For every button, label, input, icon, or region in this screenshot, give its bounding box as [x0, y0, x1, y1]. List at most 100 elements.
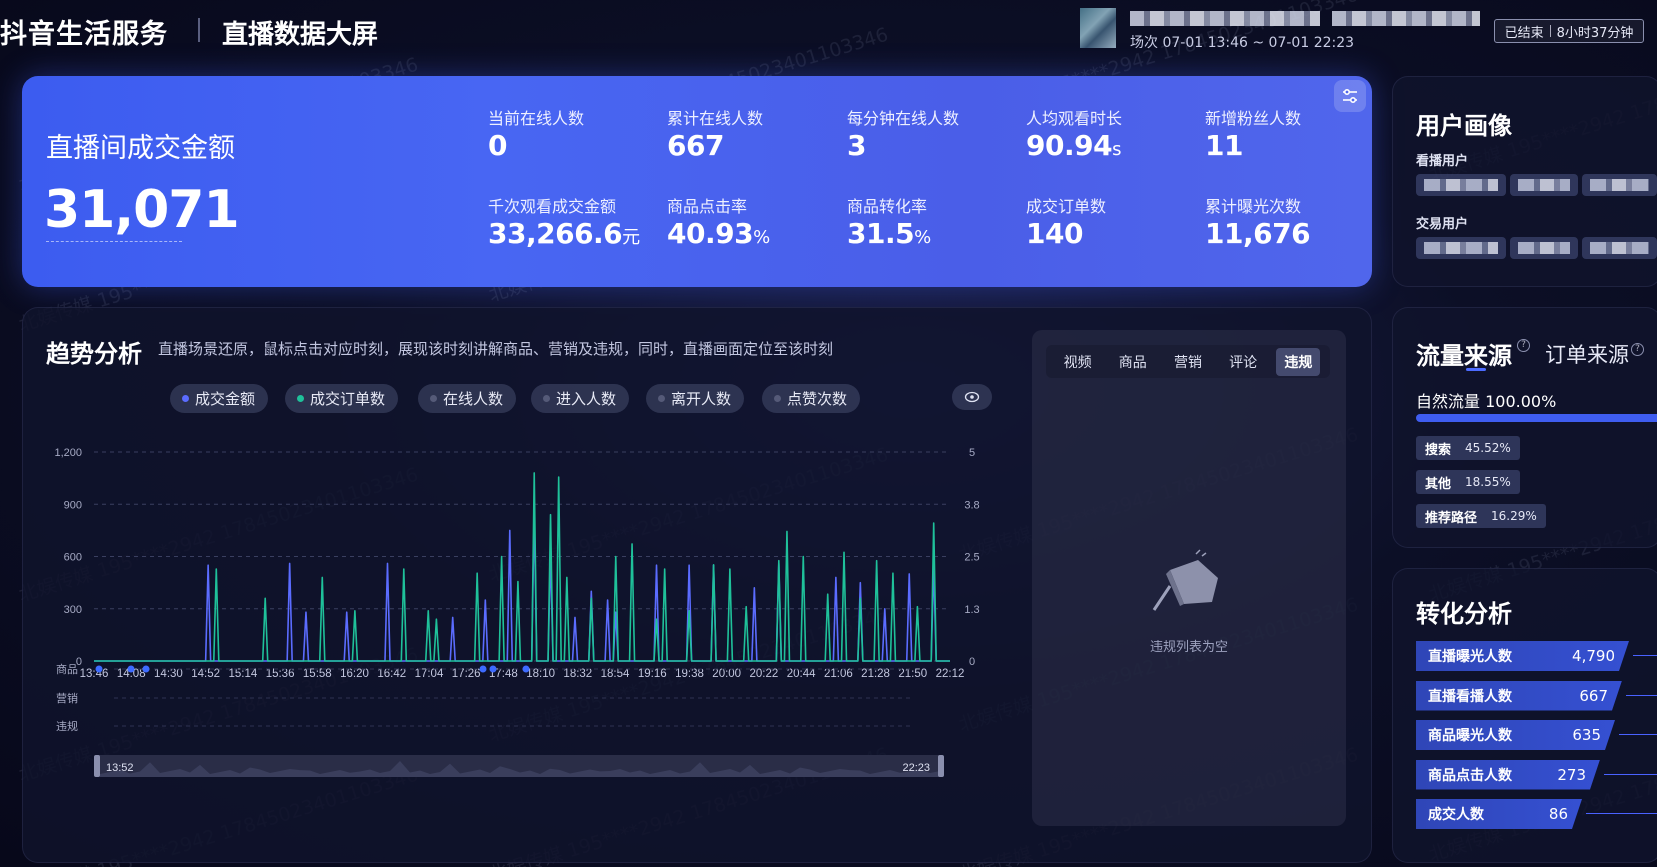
metric-label: 新增粉丝人数 [1205, 109, 1302, 128]
user-profile-title: 用户画像 [1416, 112, 1512, 140]
gmv-label: 直播间成交金额 [46, 133, 235, 164]
funnel-row[interactable]: 商品曝光人数 635 [1416, 720, 1615, 750]
legend-item[interactable]: 点赞次数 [762, 384, 861, 413]
range-end-label: 22:23 [902, 762, 930, 774]
traffic-source-row[interactable]: 搜索 45.52% [1416, 436, 1520, 460]
trend-chart[interactable]: 0 0300 1.3600 2.5900 3.81,200 513:46 14:08 14:3… [40, 432, 1000, 844]
metric-unit: s [1112, 139, 1121, 160]
y-tick-label: 300 [64, 604, 82, 616]
metric-number: 40.93 [667, 217, 754, 250]
metric-label: 千次观看成交金额 [488, 197, 617, 216]
funnel-row[interactable]: 成交人数 86 [1416, 799, 1582, 829]
legend-item[interactable]: 成交金额 [170, 384, 269, 413]
legend-item[interactable]: 离开人数 [646, 384, 745, 413]
toggle-visibility-button[interactable] [952, 384, 992, 410]
product-marker [142, 665, 150, 673]
help-icon[interactable]: ? [1631, 343, 1644, 356]
legend-item[interactable]: 成交订单数 [285, 384, 399, 413]
sliders-icon [1343, 88, 1357, 104]
funnel-row[interactable]: 商品点击人数 273 [1416, 760, 1600, 790]
page-title: 直播数据大屏 [222, 20, 379, 50]
metric-unit: % [914, 227, 931, 248]
violation-tab[interactable]: 评论 [1221, 348, 1265, 376]
violation-tab[interactable]: 视频 [1056, 348, 1100, 376]
legend-dot [543, 395, 550, 402]
x-tick-label: 20:44 [787, 668, 816, 680]
funnel-arrow [1633, 655, 1657, 656]
legend-item[interactable]: 在线人数 [418, 384, 517, 413]
x-tick-label: 15:14 [228, 668, 257, 680]
traffic-source-pct: 18.55% [1465, 475, 1511, 489]
metric-value: 40.93% [667, 217, 770, 250]
metric-unit: % [753, 227, 770, 248]
x-tick-label: 19:38 [675, 668, 704, 680]
range-handle-left [94, 755, 100, 777]
metric-number: 667 [667, 129, 724, 162]
traffic-source-label: 其他 [1425, 476, 1452, 492]
legend-dot [297, 395, 304, 402]
x-tick-label: 20:00 [712, 668, 741, 680]
legend-label: 点赞次数 [787, 390, 848, 408]
x-tick-label: 20:22 [750, 668, 779, 680]
avatar[interactable] [1080, 8, 1116, 48]
x-tick-label: 17:26 [452, 668, 481, 680]
x-tick-label: 16:20 [340, 668, 369, 680]
x-tick-label: 21:06 [824, 668, 853, 680]
tab-traffic-source[interactable]: 流量来源 [1416, 336, 1512, 371]
funnel-value: 635 [1572, 726, 1601, 744]
y-tick-label: 600 [64, 552, 82, 564]
product-marker [127, 665, 135, 673]
natural-traffic-label: 自然流量 100.00% [1416, 392, 1557, 411]
track-label: 违规 [56, 719, 78, 733]
violation-tab[interactable]: 营销 [1166, 348, 1210, 376]
eye-icon [964, 391, 980, 403]
y2-tick-label: 0 [969, 656, 975, 668]
traffic-source-row[interactable]: 推荐路径 16.29% [1416, 504, 1546, 528]
x-tick-label: 19:16 [638, 668, 667, 680]
funnel-row[interactable]: 直播曝光人数 4,790 [1416, 641, 1629, 671]
violation-tab[interactable]: 商品 [1111, 348, 1155, 376]
x-tick-label: 18:54 [601, 668, 630, 680]
legend-label: 离开人数 [671, 390, 732, 408]
product-marker [522, 665, 530, 673]
empty-box-icon [1152, 549, 1218, 611]
legend-label: 成交金额 [195, 390, 256, 408]
duration-text: 8小时37分钟 [1556, 25, 1634, 41]
status-text: 已结束 [1504, 25, 1544, 41]
funnel-label: 商品点击人数 [1428, 767, 1512, 784]
buyers-label: 交易用户 [1416, 217, 1469, 232]
funnel-arrow [1586, 813, 1657, 814]
metric-unit: 元 [622, 227, 640, 248]
funnel-value: 4,790 [1572, 647, 1615, 665]
metric-number: 31.5 [847, 217, 915, 250]
session-time: 场次 07-01 13:46 ~ 07-01 22:23 [1130, 35, 1355, 51]
track-label: 营销 [56, 691, 78, 705]
metric-value: 11,676 [1205, 217, 1311, 250]
metric-settings-button[interactable] [1334, 80, 1366, 112]
x-tick-label: 14:52 [191, 668, 220, 680]
metric-number: 11,676 [1205, 217, 1311, 250]
legend-label: 成交订单数 [310, 390, 386, 408]
help-icon[interactable]: ? [1517, 339, 1530, 352]
tab-order-source[interactable]: 订单来源 [1545, 339, 1629, 369]
legend-label: 进入人数 [556, 390, 617, 408]
metric-value: 140 [1026, 217, 1083, 250]
metric-value: 11 [1205, 129, 1243, 162]
funnel-row[interactable]: 直播看播人数 667 [1416, 681, 1622, 711]
track-label: 商品 [56, 662, 78, 676]
funnel-arrow [1626, 694, 1657, 696]
metric-number: 33,266.6 [488, 217, 623, 250]
viewers-label: 看播用户 [1416, 154, 1469, 169]
metric-label: 人均观看时长 [1026, 109, 1123, 128]
x-tick-label: 13:46 [80, 668, 109, 680]
legend-label: 在线人数 [443, 390, 504, 408]
trend-description: 直播场景还原，鼠标点击对应时刻，展现该时刻讲解商品、营销及违规，同时，直播画面定… [158, 340, 834, 358]
violation-tab[interactable]: 违规 [1276, 347, 1321, 376]
buyer-tag-1 [1416, 237, 1506, 259]
viewer-tag-1 [1416, 174, 1506, 196]
traffic-source-row[interactable]: 其他 18.55% [1416, 470, 1520, 494]
legend-item[interactable]: 进入人数 [531, 384, 630, 413]
x-tick-label: 16:42 [377, 668, 406, 680]
viewer-tag-3 [1582, 174, 1657, 196]
metric-value: 90.94s [1026, 129, 1121, 162]
